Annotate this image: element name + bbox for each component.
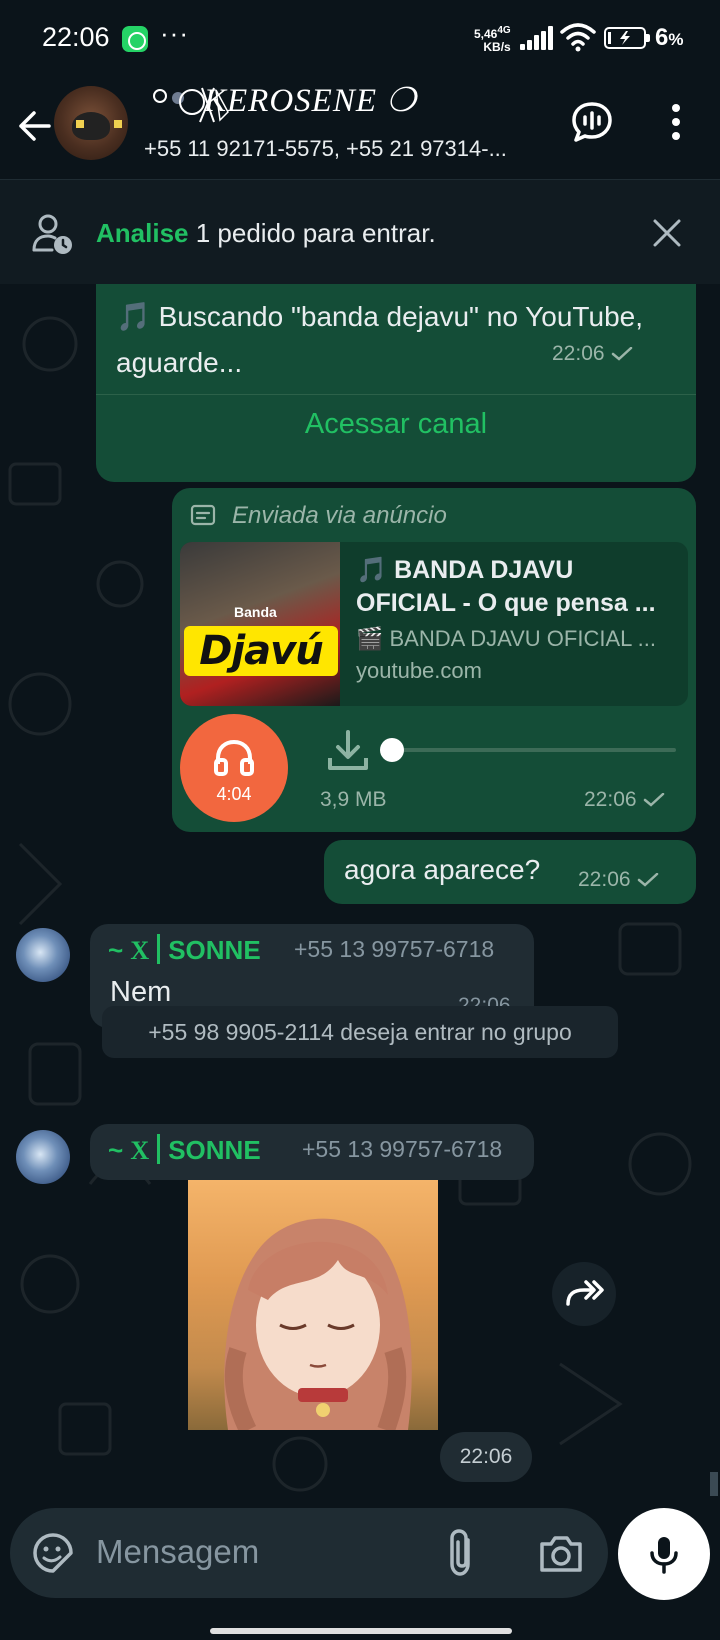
sent-via-ad-label: Enviada via anúncio: [232, 502, 447, 529]
battery-percent-value: 6: [655, 24, 669, 51]
anime-girl-image: [224, 1218, 412, 1430]
signal-icon: [520, 26, 554, 50]
sender-phone: +55 13 99757-6718: [294, 936, 495, 962]
message-time: 22:06: [584, 788, 665, 812]
sender-separator: [157, 1134, 161, 1164]
message-text: agora aparece?: [344, 854, 541, 885]
sender-separator: [157, 934, 161, 964]
message-text: Nem: [110, 976, 172, 1008]
message-input-bar[interactable]: Mensagem: [10, 1508, 608, 1598]
home-indicator[interactable]: [210, 1628, 512, 1634]
paperclip-icon[interactable]: [442, 1528, 482, 1578]
audio-seek-handle[interactable]: [380, 738, 404, 762]
wifi-icon: [560, 23, 596, 52]
avatar[interactable]: [16, 1130, 70, 1184]
message-time: 22:06: [440, 1432, 532, 1482]
group-name[interactable]: KEROSENE ❍: [204, 80, 417, 120]
sender-x: X: [130, 936, 150, 965]
camera-icon[interactable]: [538, 1530, 584, 1576]
thumbnail-logo: Djavú: [184, 626, 338, 676]
audio-seek-track[interactable]: [392, 748, 676, 752]
image-message[interactable]: [188, 1180, 438, 1430]
sender-x: X: [130, 1136, 150, 1165]
preview-description: 🎬 BANDA DJAVU OFICIAL ...: [356, 626, 657, 651]
sender-name[interactable]: ~ X SONNE: [108, 934, 261, 966]
voice-chat-icon[interactable]: [570, 100, 614, 144]
battery-percent: 6%: [655, 24, 683, 52]
sticker-icon[interactable]: [32, 1532, 74, 1574]
link-preview-card[interactable]: Banda Djavú 🎵 BANDA DJAVU OFICIAL - O qu…: [180, 542, 688, 706]
join-request-label: 1 pedido para entrar.: [188, 218, 436, 248]
audio-duration: 4:04: [216, 784, 252, 804]
avatar[interactable]: [16, 928, 70, 982]
message-bubble-outgoing-audio[interactable]: Enviada via anúncio Banda Djavú 🎵 BANDA …: [172, 488, 696, 832]
chat-header: KEROSENE ❍ +55 11 92171-5575, +55 21 973…: [0, 80, 720, 180]
sender-name[interactable]: ~ X SONNE: [108, 1134, 261, 1166]
divider: [96, 394, 696, 395]
sender-phone: +55 13 99757-6718: [302, 1136, 503, 1162]
sender-prefix: ~: [108, 935, 131, 965]
sent-check-icon: [643, 793, 664, 808]
headphones-icon: [214, 739, 254, 776]
more-notifications-icon: ···: [160, 18, 189, 48]
chat-area[interactable]: 🎵 Buscando "banda dejavu" no YouTube, ag…: [0, 284, 720, 1504]
download-icon[interactable]: [326, 728, 370, 772]
battery-icon: [604, 27, 650, 49]
sender-nick: SONNE: [168, 1135, 261, 1165]
thumbnail-band-text: Banda: [234, 604, 277, 620]
status-time: 22:06: [42, 22, 110, 52]
ad-icon: [190, 504, 216, 526]
battery-percent-unit: %: [668, 30, 684, 49]
sender-nick: SONNE: [168, 935, 261, 965]
network-speed-value: 5,46: [474, 27, 498, 41]
preview-thumbnail: Banda Djavú: [180, 542, 340, 706]
group-avatar[interactable]: [54, 86, 128, 160]
message-input[interactable]: Mensagem: [96, 1533, 259, 1571]
access-channel-button[interactable]: Acessar canal: [96, 408, 696, 441]
message-text: 🎵 Buscando "banda dejavu" no YouTube, ag…: [116, 301, 643, 378]
message-time-value: 22:06: [584, 788, 637, 811]
forward-button[interactable]: [552, 1262, 616, 1326]
system-message: +55 98 9905-2114 deseja entrar no grupo: [102, 1006, 618, 1058]
group-participants[interactable]: +55 11 92171-5575, +55 21 97314-...: [144, 136, 507, 162]
status-bar: 22:06 ··· 5,464G KB/s 6%: [0, 0, 720, 80]
message-bubble-incoming-header[interactable]: ~ X SONNE +55 13 99757-6718: [90, 1124, 534, 1180]
network-type: 4G: [497, 25, 511, 36]
message-time: 22:06: [552, 342, 633, 366]
arrow-left-icon[interactable]: [14, 106, 54, 146]
review-link[interactable]: Analise: [96, 218, 189, 248]
mic-icon: [650, 1537, 678, 1574]
join-request-text: Analise 1 pedido para entrar.: [96, 218, 436, 249]
close-icon[interactable]: [650, 216, 684, 250]
message-time-value: 22:06: [552, 342, 605, 365]
scrollbar[interactable]: [710, 1472, 718, 1496]
message-bubble-outgoing[interactable]: 🎵 Buscando "banda dejavu" no YouTube, ag…: [96, 284, 696, 482]
audio-file-size: 3,9 MB: [320, 788, 387, 811]
network-speed: 5,464G KB/s: [474, 24, 511, 54]
mic-button[interactable]: [618, 1508, 710, 1600]
sent-check-icon: [611, 347, 632, 362]
preview-title: 🎵 BANDA DJAVU OFICIAL - O que pensa ...: [356, 556, 656, 617]
message-time: 22:06: [578, 868, 659, 892]
sent-check-icon: [637, 873, 658, 888]
more-vertical-icon[interactable]: [654, 100, 698, 144]
composer-area: Mensagem: [0, 1500, 720, 1640]
whatsapp-notification-icon: [122, 26, 148, 52]
join-request-banner[interactable]: Analise 1 pedido para entrar.: [0, 180, 720, 284]
preview-domain: youtube.com: [356, 658, 482, 683]
person-clock-icon: [32, 214, 72, 254]
message-bubble-outgoing[interactable]: agora aparece? 22:06: [324, 840, 696, 904]
message-time-value: 22:06: [578, 868, 631, 891]
audio-play-button[interactable]: 4:04: [180, 714, 288, 822]
sender-prefix: ~: [108, 1135, 131, 1165]
forward-icon: [566, 1280, 604, 1306]
network-speed-unit: KB/s: [483, 40, 511, 54]
